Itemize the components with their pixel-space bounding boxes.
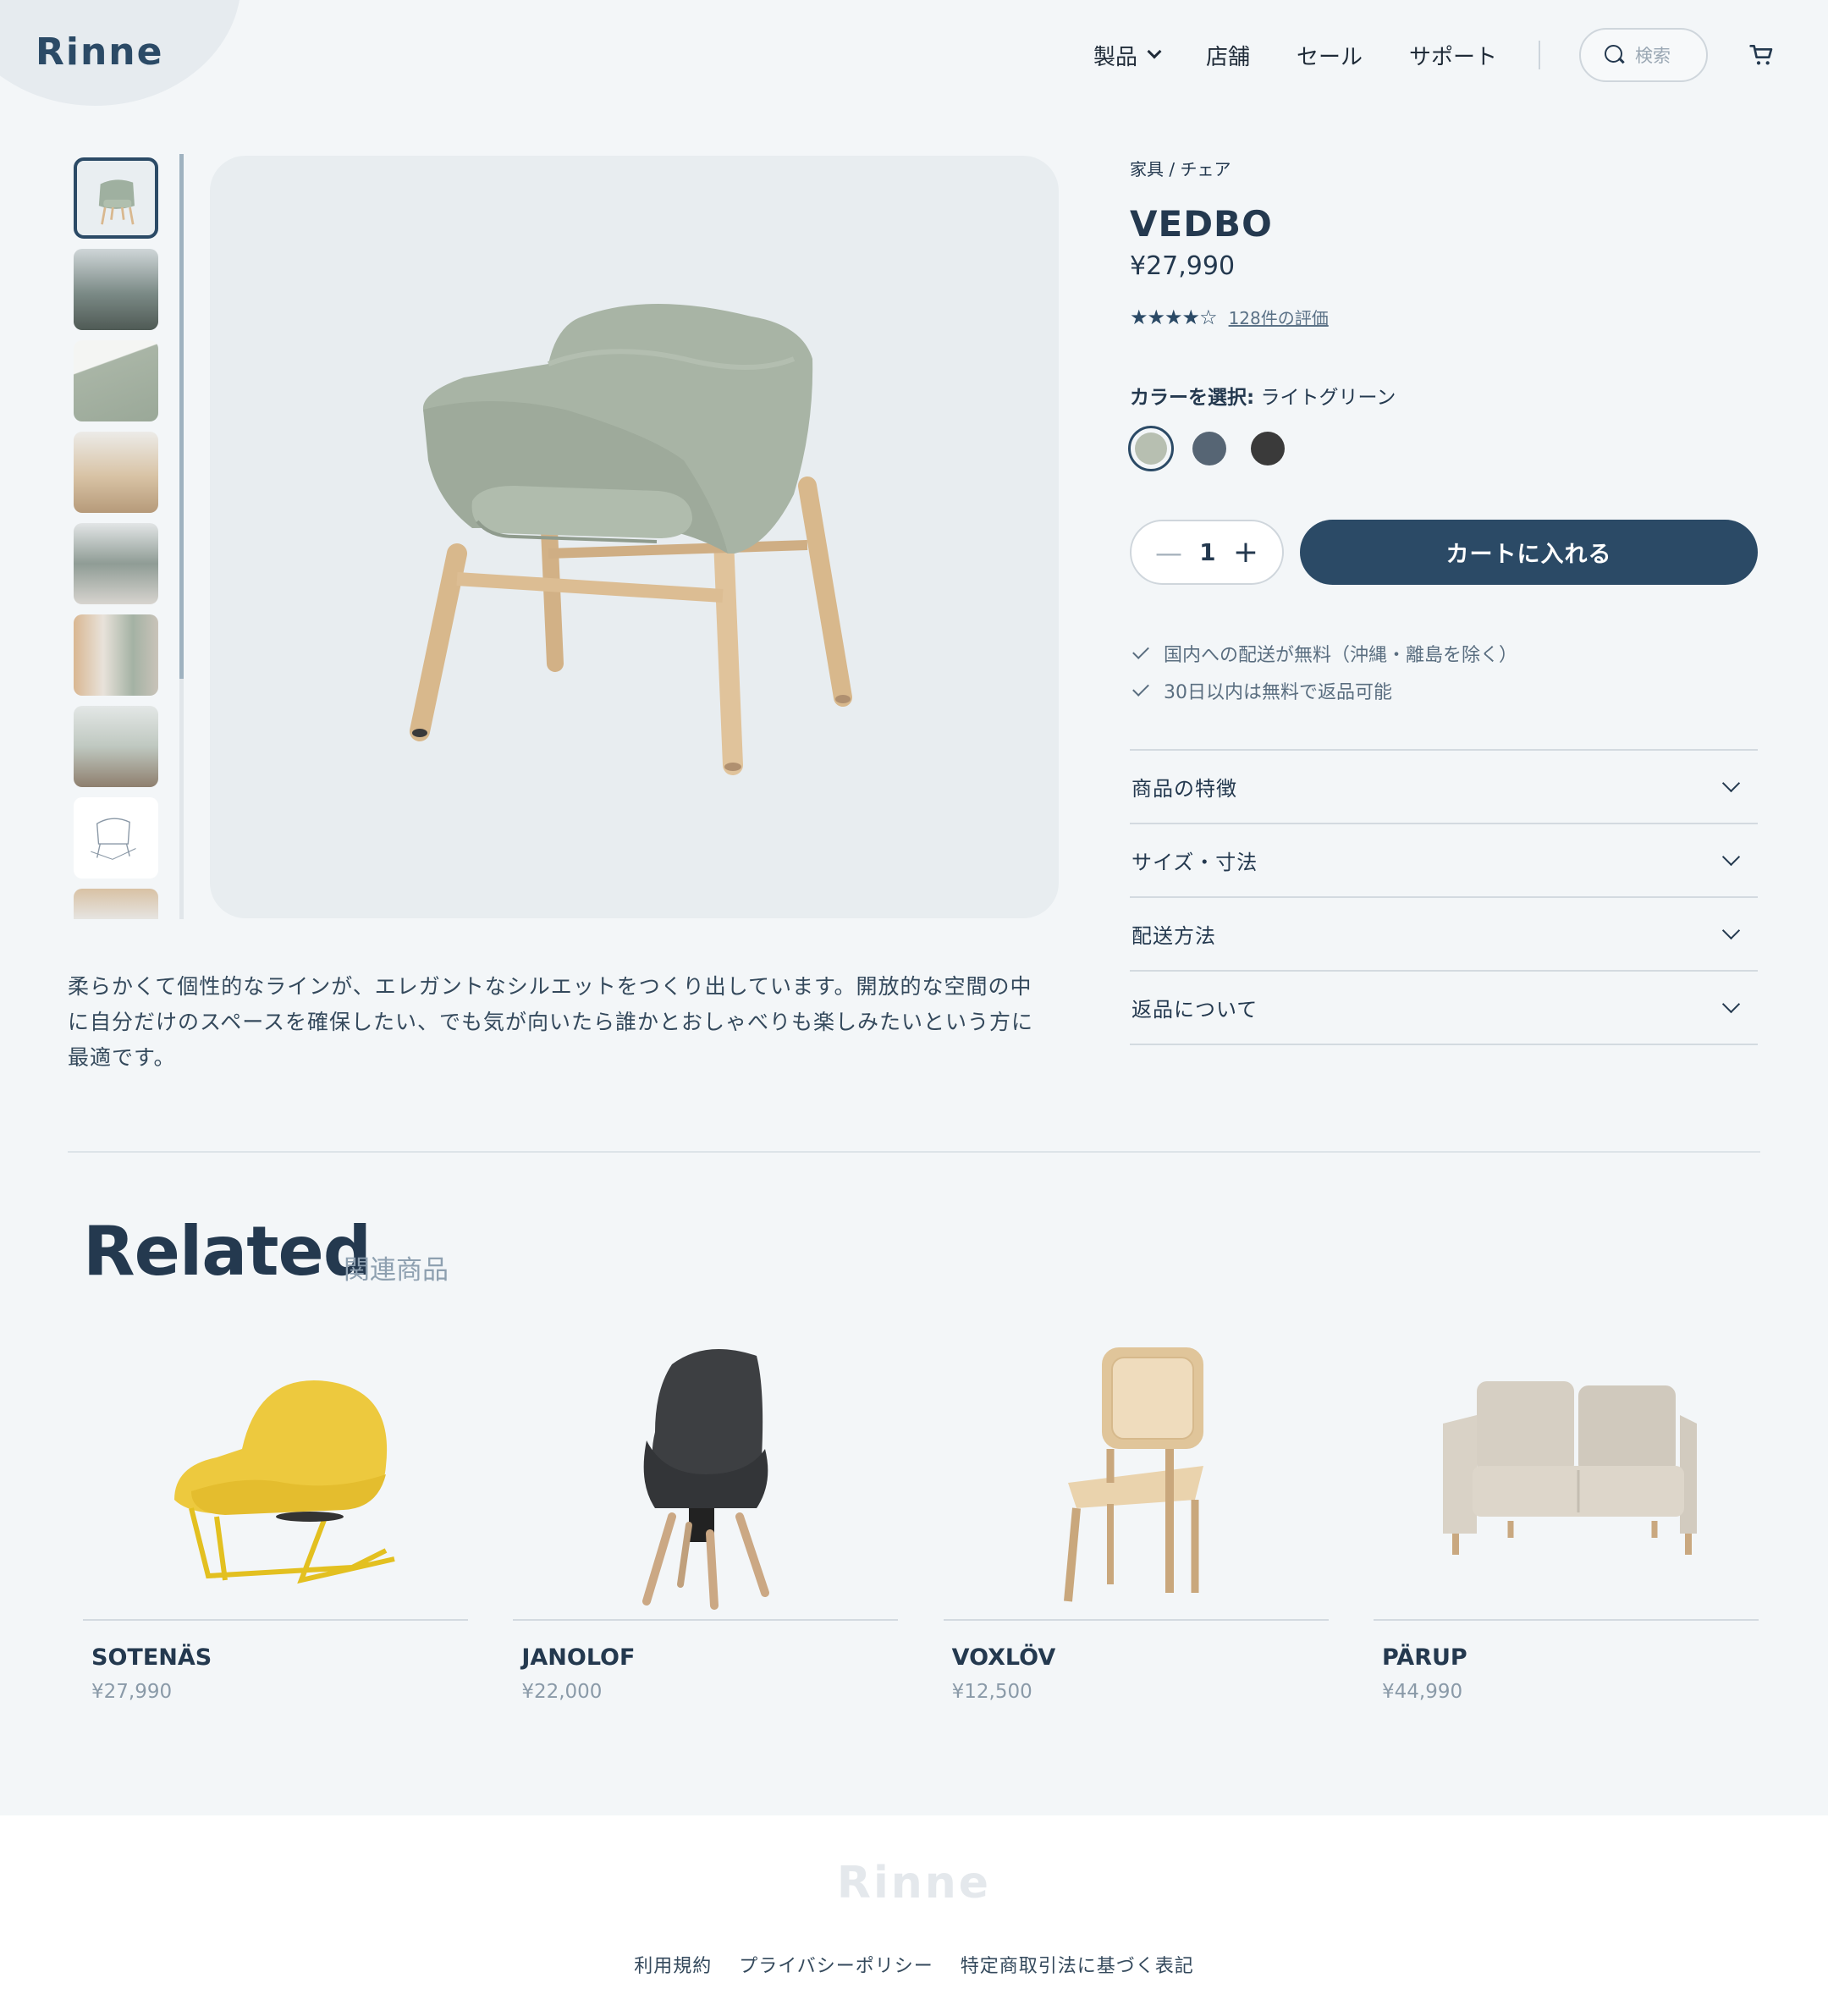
chevron-down-icon [1721,994,1741,1014]
nav-item-stores[interactable]: 店舗 [1206,40,1250,71]
thumbnail-scrollbar[interactable] [179,154,184,919]
footer-logo[interactable]: Rinne [0,1858,1828,1909]
color-swatch-blue-gray[interactable] [1192,432,1226,465]
accordion-item-returns[interactable]: 返品について [1130,972,1758,1045]
thumbnail[interactable] [74,432,158,513]
product-card-name: SOTENÄS [91,1644,212,1671]
nav-item-products[interactable]: 製品 [1093,40,1162,71]
accordion-label: 配送方法 [1131,924,1216,948]
related-title: Related [83,1212,372,1291]
product-card-name: VOXLÖV [951,1644,1056,1671]
footer-link-privacy[interactable]: プライバシーポリシー [739,1951,933,1978]
main-product-image [210,156,1059,918]
product-card-image [1373,1329,1759,1621]
accordion-item-features[interactable]: 商品の特徴 [1130,751,1758,824]
thumbnail[interactable] [74,523,158,604]
thumbnail[interactable] [74,889,158,919]
footer-links: 利用規約 プライバシーポリシー 特定商取引法に基づく表記 [0,1951,1828,1978]
color-label-prefix: カラーを選択: [1130,387,1255,409]
nav-item-support[interactable]: サポート [1409,40,1497,71]
accordion-item-shipping[interactable]: 配送方法 [1130,898,1758,972]
related-products: SOTENÄS ¥27,990 JANOLOF ¥22,000 VOXLÖV ¥… [83,1329,1759,1703]
footer-link-terms[interactable]: 利用規約 [634,1951,712,1978]
product-card-name: JANOLOF [521,1644,636,1671]
product-name: VEDBO [1130,203,1273,245]
chair-illustration [410,304,852,775]
accordion-label: 商品の特徴 [1131,777,1237,801]
thumbnail[interactable] [74,614,158,696]
thumbnail[interactable] [74,797,158,879]
search-input[interactable]: 検索 [1579,28,1708,82]
perk-item: 国内への配送が無料（沖縄・離島を除く） [1130,635,1517,672]
main-nav: 製品 店舗 セール サポート 検索 [1093,28,1828,82]
nav-divider [1539,41,1540,69]
minus-icon[interactable]: — [1155,537,1182,569]
chevron-down-icon [1721,921,1741,940]
reviews-link[interactable]: 128件の評価 [1229,305,1329,329]
product-card-price: ¥12,500 [951,1681,1032,1703]
footer-link-commerce-law[interactable]: 特定商取引法に基づく表記 [961,1951,1194,1978]
star-rating-icons: ★★★★☆ [1130,305,1218,329]
product-card-image [83,1329,468,1621]
product-card[interactable]: VOXLÖV ¥12,500 [943,1329,1329,1703]
product-card-image [943,1329,1329,1621]
thumbnail[interactable] [74,157,158,239]
accordion-label: サイズ・寸法 [1131,851,1258,874]
scrollbar-thumb[interactable] [179,154,184,679]
nav-item-sale[interactable]: セール [1297,40,1363,71]
color-swatch-dark-gray[interactable] [1251,432,1285,465]
search-placeholder: 検索 [1635,46,1671,66]
product-card-price: ¥27,990 [91,1681,173,1703]
search-icon [1605,45,1625,65]
product-description: 柔らかくて個性的なラインが、エレガントなシルエットをつくり出しています。開放的な… [68,974,1034,1070]
product-price: ¥27,990 [1130,251,1236,281]
nav-item-label: セール [1296,44,1363,70]
footer: Rinne 利用規約 プライバシーポリシー 特定商取引法に基づく表記 [0,1815,1828,2016]
product-card[interactable]: SOTENÄS ¥27,990 [83,1329,468,1703]
perk-text: 30日以内は無料で返品可能 [1164,682,1392,703]
color-swatches [1128,426,1309,471]
nav-item-label: 製品 [1093,44,1137,70]
thumbnail-list [72,157,160,919]
breadcrumb[interactable]: 家具 / チェア [1130,156,1231,180]
product-card-price: ¥44,990 [1381,1681,1463,1703]
thumbnail[interactable] [74,706,158,787]
plus-icon[interactable]: + [1233,535,1258,570]
accordion-label: 返品について [1131,998,1258,1022]
accordion-item-size[interactable]: サイズ・寸法 [1130,824,1758,898]
thumbnail[interactable] [74,340,158,421]
product-card-name: PÄRUP [1381,1644,1467,1671]
quantity-stepper: — 1 + [1130,520,1284,585]
perk-item: 30日以内は無料で返品可能 [1130,672,1517,709]
product-card-price: ¥22,000 [521,1681,603,1703]
nav-item-label: 店舗 [1205,44,1250,70]
cart-icon[interactable] [1748,41,1776,69]
product-card[interactable]: PÄRUP ¥44,990 [1373,1329,1759,1703]
perks-list: 国内への配送が無料（沖縄・離島を除く） 30日以内は無料で返品可能 [1130,635,1517,709]
site-logo[interactable]: Rinne [36,30,163,74]
selected-color-name: ライトグリーン [1260,387,1396,409]
product-card-image [513,1329,899,1621]
add-to-cart-button[interactable]: カートに入れる [1300,520,1758,585]
check-icon [1132,680,1149,697]
color-label: カラーを選択: ライトグリーン [1130,381,1396,410]
chevron-down-icon [1721,847,1741,867]
chevron-down-icon [1721,774,1741,793]
quantity-value[interactable]: 1 [1199,538,1215,566]
thumbnail[interactable] [74,249,158,330]
perk-text: 国内への配送が無料（沖縄・離島を除く） [1164,645,1518,666]
accordion: 商品の特徴 サイズ・寸法 配送方法 返品について [1130,749,1758,1045]
section-divider [68,1151,1760,1153]
rating: ★★★★☆ 128件の評価 [1130,305,1329,329]
nav-item-label: サポート [1408,44,1497,70]
related-subtitle: 関連商品 [344,1255,449,1286]
chevron-down-icon [1147,44,1162,59]
product-card[interactable]: JANOLOF ¥22,000 [513,1329,899,1703]
color-swatch-light-green[interactable] [1128,426,1174,471]
check-icon [1132,642,1149,659]
